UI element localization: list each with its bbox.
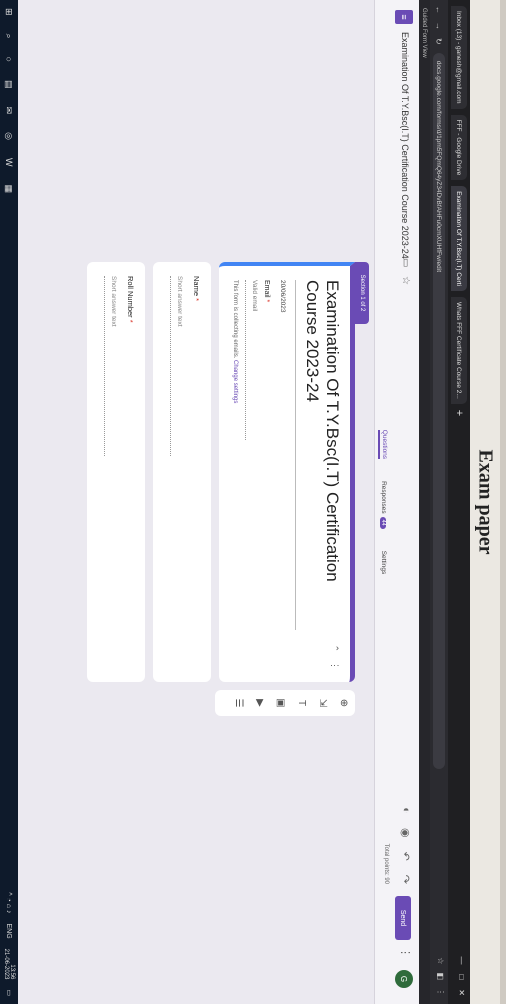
- tab-responses[interactable]: Responses44: [380, 481, 387, 529]
- address-bar: ← → ↻ docs.google.com/forms/d/1pm5FQmQ64…: [430, 0, 448, 1004]
- file-explorer-icon[interactable]: ▤: [4, 80, 15, 89]
- question-card-roll-number[interactable]: Roll Number * Short answer text: [87, 262, 145, 682]
- browser-tab[interactable]: Whats FFF Certificate Course 2...: [451, 296, 467, 404]
- forms-header: ≡ Examination Of T.Y.Bsc(I.T) Certificat…: [374, 0, 419, 1004]
- total-points: Total points: 90: [383, 843, 389, 884]
- add-title-icon[interactable]: T: [296, 700, 307, 706]
- responses-count-badge: 44: [380, 516, 386, 529]
- question-label: Name *: [192, 276, 201, 302]
- screen: Inbox (13) - ganesh@gmail.com FFF - Goog…: [0, 0, 470, 1004]
- form-editor: Section 1 of 2 Examination Of T.Y.Bsc(I.…: [20, 0, 375, 1004]
- photo-background: [500, 0, 506, 1004]
- tray-icons[interactable]: ^ ◔ ⌂ ♪: [6, 892, 13, 913]
- browser-tab[interactable]: FFF - Google Drive: [451, 114, 467, 181]
- word-icon[interactable]: W: [4, 158, 14, 167]
- section-label: Section 1 of 2: [355, 262, 369, 324]
- collapse-icon[interactable]: ⌃: [329, 644, 340, 652]
- bookmark-item[interactable]: Guided Form View: [422, 8, 428, 58]
- palette-icon[interactable]: ◐: [399, 807, 412, 814]
- add-question-icon[interactable]: ⊕: [338, 699, 349, 707]
- collect-emails-note: This form is collecting emails. Change s…: [232, 280, 238, 404]
- browser-tab-bar: Inbox (13) - ganesh@gmail.com FFF - Goog…: [448, 0, 470, 1004]
- mail-icon[interactable]: ✉: [4, 107, 15, 115]
- form-date[interactable]: 20/06/2023: [279, 280, 286, 313]
- clock[interactable]: 13:56 21-06-2023: [3, 949, 15, 980]
- reload-icon[interactable]: ↻: [435, 38, 444, 45]
- send-button[interactable]: Send: [395, 896, 411, 940]
- url-field[interactable]: docs.google.com/forms/d/1pm5FQmQ64yZ34Dv…: [433, 52, 445, 769]
- tab-settings[interactable]: Settings: [380, 551, 387, 575]
- new-tab-button[interactable]: +: [453, 410, 465, 416]
- import-questions-icon[interactable]: ⇲: [317, 699, 328, 707]
- start-icon[interactable]: ⊞: [4, 8, 15, 16]
- change-settings-link[interactable]: Change settings: [232, 360, 238, 403]
- minimize-icon[interactable]: —: [457, 956, 466, 964]
- floating-toolbar: ⊕ ⇲ T ▣ ▶ ☰: [215, 690, 355, 716]
- page-heading: Exam paper: [470, 0, 500, 1004]
- chrome-icon[interactable]: ◎: [4, 132, 15, 140]
- bookmarks-bar: Guided Form View: [419, 0, 430, 1004]
- taskbar: ⊞ ⌕ ○ ▤ ✉ ◎ W ▦ ^ ◔ ⌂ ♪ ENG 13:56 21-06-…: [0, 0, 18, 1004]
- email-field: Valid email: [245, 280, 258, 440]
- question-card-name[interactable]: Name * Short answer text: [153, 262, 211, 682]
- language-indicator[interactable]: ENG: [6, 924, 13, 939]
- notification-icon[interactable]: ▭: [5, 989, 13, 996]
- maximize-icon[interactable]: □: [457, 974, 466, 979]
- browser-menu-icon[interactable]: ⋮: [436, 988, 445, 996]
- redo-icon[interactable]: ↷: [399, 875, 412, 884]
- pinned-app-icon[interactable]: ▦: [4, 184, 15, 193]
- question-label: Roll Number *: [126, 276, 135, 323]
- google-forms-icon[interactable]: ≡: [395, 10, 413, 24]
- bookmark-star-icon[interactable]: ☆: [436, 957, 445, 964]
- forward-icon[interactable]: →: [435, 22, 444, 30]
- form-main-title[interactable]: Examination Of T.Y.Bsc(I.T) Certificatio…: [295, 280, 342, 630]
- undo-icon[interactable]: ↶: [399, 852, 412, 861]
- short-answer-field: Short answer text: [104, 276, 117, 456]
- email-label: Email *: [263, 280, 270, 303]
- task-view-icon[interactable]: ○: [4, 57, 14, 62]
- extensions-icon[interactable]: ◧: [436, 972, 445, 980]
- more-options-icon[interactable]: ⋮: [399, 947, 412, 958]
- add-image-icon[interactable]: ▣: [275, 698, 286, 707]
- folder-icon[interactable]: ▭: [400, 258, 411, 267]
- preview-icon[interactable]: ◉: [399, 828, 412, 838]
- back-icon[interactable]: ←: [435, 6, 444, 14]
- avatar[interactable]: G: [395, 970, 413, 988]
- browser-tab[interactable]: Inbox (13) - ganesh@gmail.com: [451, 6, 467, 109]
- star-icon[interactable]: ☆: [400, 276, 411, 285]
- search-icon[interactable]: ⌕: [4, 34, 15, 39]
- add-video-icon[interactable]: ▶: [254, 699, 265, 707]
- tab-questions[interactable]: Questions: [378, 429, 389, 460]
- form-title[interactable]: Examination Of T.Y.Bsc(I.T) Certificatio…: [400, 32, 410, 259]
- form-header-card[interactable]: Examination Of T.Y.Bsc(I.T) Certificatio…: [219, 262, 355, 682]
- short-answer-field: Short answer text: [170, 276, 183, 456]
- section-menu-icon[interactable]: ⋮: [329, 661, 340, 670]
- close-icon[interactable]: ✕: [457, 989, 466, 996]
- add-section-icon[interactable]: ☰: [233, 699, 244, 708]
- browser-tab-active[interactable]: Examination Of T.Y.Bsc(I.T) Certi: [451, 186, 467, 291]
